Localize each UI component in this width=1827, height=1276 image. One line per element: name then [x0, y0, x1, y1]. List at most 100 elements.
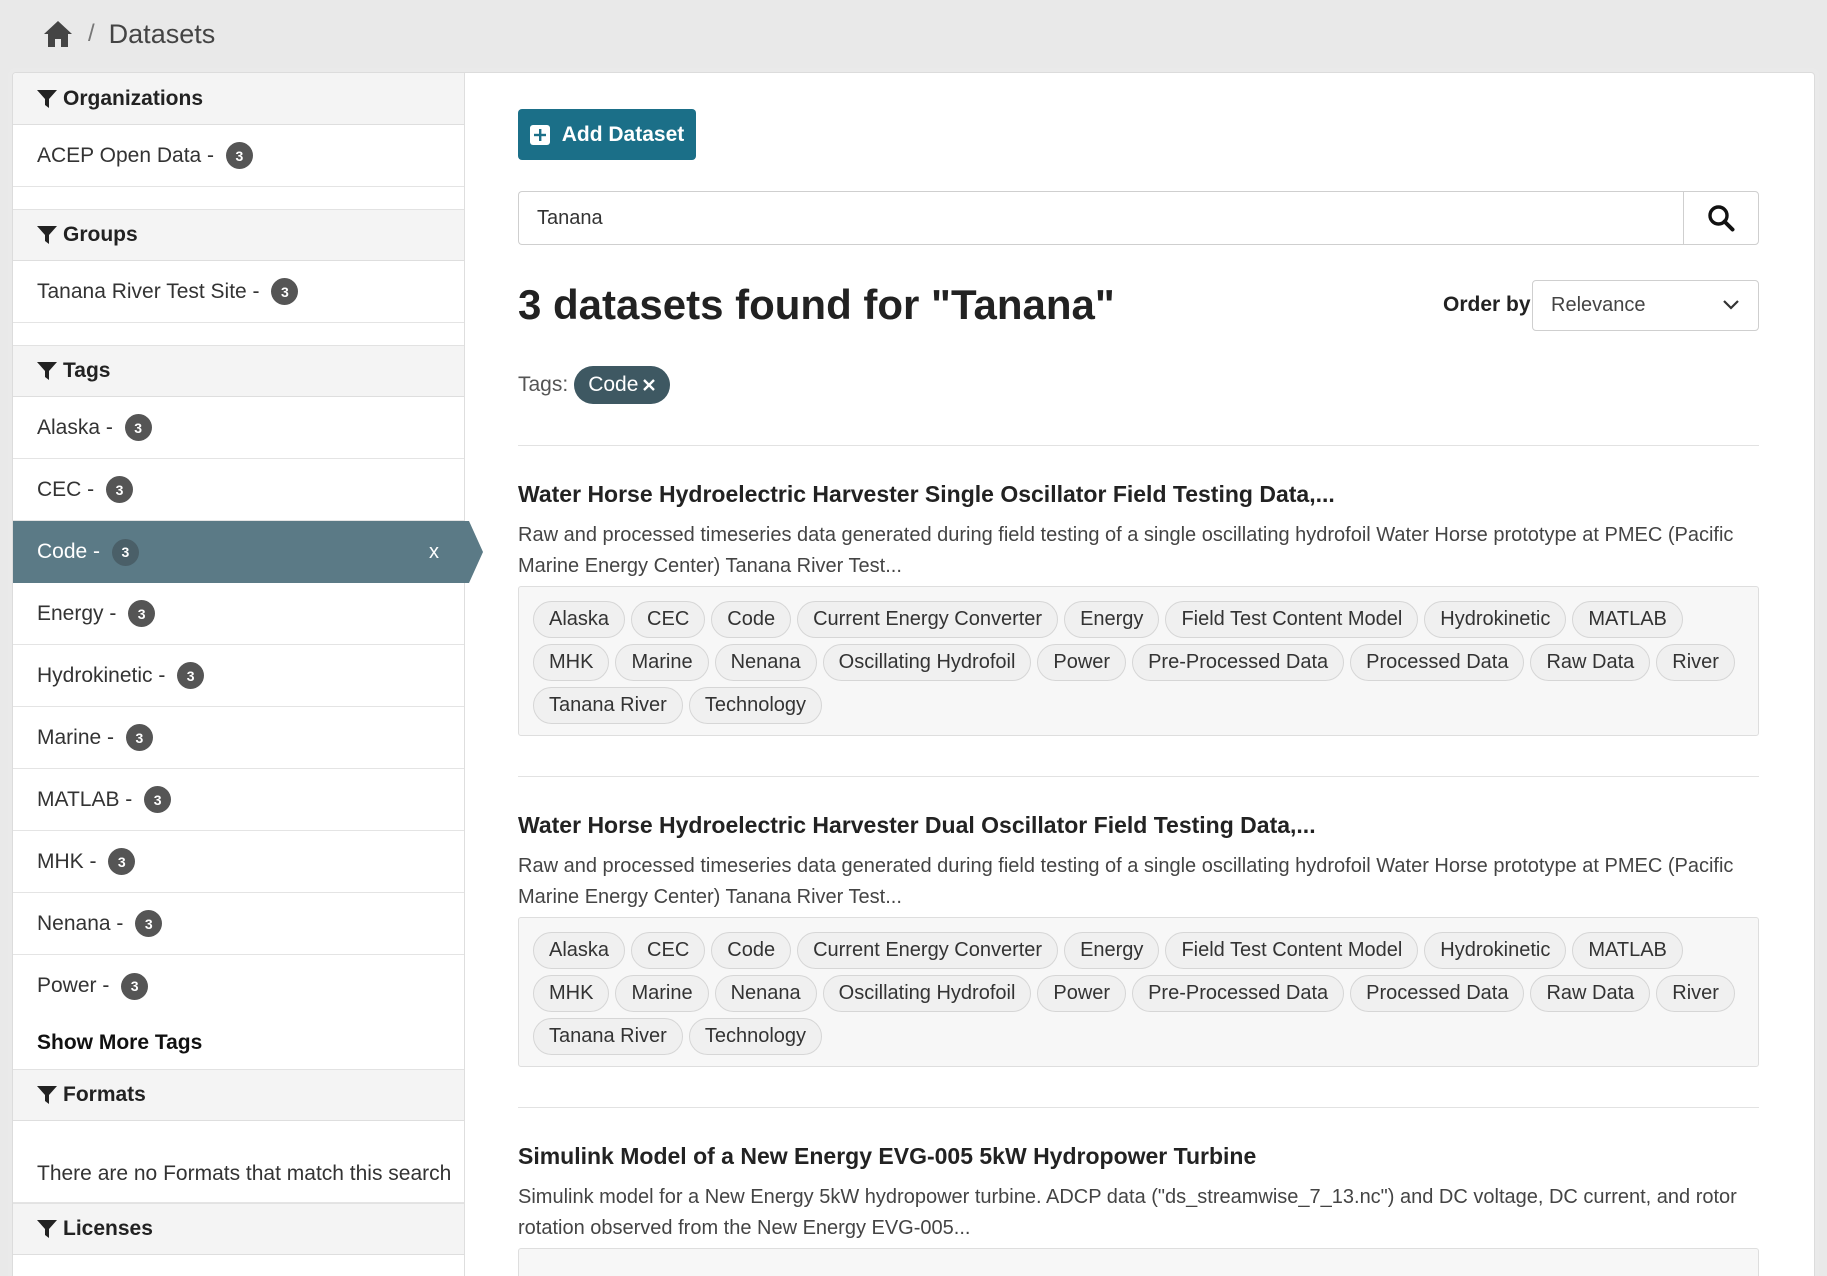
count-badge: 3 [144, 786, 172, 813]
facet-item-alaska[interactable]: Alaska - 3 [13, 397, 464, 459]
filter-icon [37, 1086, 57, 1104]
tag-pill[interactable]: Alaska [533, 601, 626, 638]
facet-heading-groups: Groups [13, 209, 464, 261]
tag-pill[interactable]: Marine [615, 644, 709, 681]
tag-pill[interactable]: Tanana River [533, 1018, 683, 1055]
tag-pill[interactable]: Pre-Processed Data [1132, 644, 1345, 681]
results-title: 3 datasets found for "Tanana" [518, 281, 1115, 328]
tag-pill[interactable]: Energy [1064, 932, 1160, 969]
facet-item-tanana-river-test-site[interactable]: Tanana River Test Site - 3 [13, 261, 464, 323]
tag-pill[interactable]: River [1656, 975, 1735, 1012]
tag-pill[interactable]: Power [1037, 644, 1127, 681]
count-badge: 3 [225, 142, 253, 169]
search-button[interactable] [1683, 191, 1759, 245]
search-bar [518, 191, 1759, 245]
dataset-title-link[interactable]: Simulink Model of a New Energy EVG-005 5… [518, 1143, 1759, 1170]
order-by-select[interactable]: Relevance [1532, 280, 1759, 331]
active-tag-pill[interactable]: Code [574, 366, 671, 404]
active-filters: Tags: Code [518, 366, 671, 404]
count-badge: 3 [106, 476, 133, 503]
tag-pill[interactable]: CEC [631, 601, 706, 638]
count-badge: 3 [111, 538, 139, 566]
remove-filter-button[interactable]: x [429, 541, 439, 564]
facet-item-cec[interactable]: CEC - 3 [13, 459, 464, 521]
page-container: Organizations ACEP Open Data - 3 Groups … [12, 72, 1815, 1276]
tag-pill[interactable]: River [1656, 644, 1735, 681]
tag-pill[interactable]: Field Test Content Model [1165, 932, 1419, 969]
filter-icon [37, 226, 57, 244]
search-input[interactable] [518, 191, 1683, 245]
breadcrumb-current[interactable]: Datasets [109, 19, 216, 50]
tag-pill[interactable]: Alaska [533, 932, 626, 969]
dataset-item: Water Horse Hydroelectric Harvester Sing… [518, 481, 1759, 736]
tag-pill[interactable]: Oscillating Hydrofoil [822, 644, 1032, 681]
tag-pill[interactable]: Current Energy Converter [797, 601, 1059, 638]
facet-item-mhk[interactable]: MHK - 3 [13, 831, 464, 893]
filter-icon [37, 362, 57, 380]
tag-pill[interactable]: Energy [1064, 601, 1160, 638]
facet-item-power[interactable]: Power - 3 [13, 955, 464, 1017]
divider [518, 1107, 1759, 1108]
filter-icon [37, 89, 57, 108]
breadcrumb-separator: / [88, 20, 95, 47]
dataset-title-link[interactable]: Water Horse Hydroelectric Harvester Dual… [518, 812, 1759, 839]
tag-pill[interactable]: Raw Data [1530, 975, 1651, 1012]
dataset-tag-list: Alaska CEC Code Current Energy Converter… [518, 586, 1759, 736]
count-badge: 3 [121, 972, 149, 1000]
facet-item-nenana[interactable]: Nenana - 3 [13, 893, 464, 955]
count-badge: 3 [271, 278, 299, 305]
facet-item-code-active[interactable]: Code - 3 x [13, 521, 483, 583]
tag-pill[interactable]: Pre-Processed Data [1132, 975, 1345, 1012]
dataset-description: Raw and processed timeseries data genera… [518, 524, 1734, 577]
tag-pill[interactable]: Nenana [714, 975, 817, 1012]
tag-pill[interactable]: Code [711, 601, 792, 638]
tag-pill[interactable]: MATLAB [1572, 601, 1683, 638]
filter-icon [37, 1220, 57, 1238]
dataset-description: Raw and processed timeseries data genera… [518, 855, 1734, 908]
tag-pill[interactable]: Hydrokinetic [1424, 932, 1567, 969]
tag-pill[interactable]: Nenana [714, 644, 817, 681]
count-badge: 3 [125, 724, 153, 751]
tag-pill[interactable]: MHK [533, 975, 610, 1012]
facet-heading-licenses: Licenses [13, 1203, 464, 1255]
dataset-title-link[interactable]: Water Horse Hydroelectric Harvester Sing… [518, 481, 1759, 508]
tag-pill[interactable]: Technology [688, 1018, 823, 1055]
dataset-tag-list [518, 1248, 1759, 1276]
active-tags-label: Tags: [518, 373, 569, 396]
tag-pill[interactable]: Processed Data [1350, 644, 1525, 681]
show-more-tags-link[interactable]: Show More Tags [13, 1017, 464, 1069]
order-by-label: Order by: [1443, 293, 1538, 316]
sidebar: Organizations ACEP Open Data - 3 Groups … [13, 73, 483, 1276]
tag-pill[interactable]: MATLAB [1572, 932, 1683, 969]
facet-item-matlab[interactable]: MATLAB - 3 [13, 769, 464, 831]
tag-pill[interactable]: Oscillating Hydrofoil [822, 975, 1032, 1012]
facet-item-acep-open-data[interactable]: ACEP Open Data - 3 [13, 125, 464, 187]
facet-item-marine[interactable]: Marine - 3 [13, 707, 464, 769]
facet-item-hydrokinetic[interactable]: Hydrokinetic - 3 [13, 645, 464, 707]
count-badge: 3 [177, 662, 205, 689]
home-icon[interactable] [42, 19, 74, 49]
formats-empty-message: There are no Formats that match this sea… [13, 1121, 464, 1203]
tag-pill[interactable]: Field Test Content Model [1165, 601, 1419, 638]
add-dataset-button[interactable]: Add Dataset [518, 109, 696, 160]
tag-pill[interactable]: Tanana River [533, 687, 683, 724]
facet-heading-organizations: Organizations [13, 73, 464, 125]
divider [518, 445, 1759, 446]
tag-pill[interactable]: CEC [631, 932, 706, 969]
dataset-item: Water Horse Hydroelectric Harvester Dual… [518, 812, 1759, 1067]
tag-pill[interactable]: Hydrokinetic [1424, 601, 1567, 638]
tag-pill[interactable]: Code [711, 932, 792, 969]
tag-pill[interactable]: Power [1037, 975, 1127, 1012]
divider [518, 776, 1759, 777]
tag-pill[interactable]: Raw Data [1530, 644, 1651, 681]
count-badge: 3 [108, 848, 136, 875]
tag-pill[interactable]: Processed Data [1350, 975, 1525, 1012]
facet-heading-tags: Tags [13, 345, 464, 397]
tag-pill[interactable]: Current Energy Converter [797, 932, 1059, 969]
tag-pill[interactable]: Marine [615, 975, 709, 1012]
tag-pill[interactable]: MHK [533, 644, 610, 681]
tag-pill[interactable]: Technology [688, 687, 823, 724]
close-icon[interactable] [642, 378, 656, 392]
search-icon [1708, 205, 1735, 232]
facet-item-energy[interactable]: Energy - 3 [13, 583, 464, 645]
